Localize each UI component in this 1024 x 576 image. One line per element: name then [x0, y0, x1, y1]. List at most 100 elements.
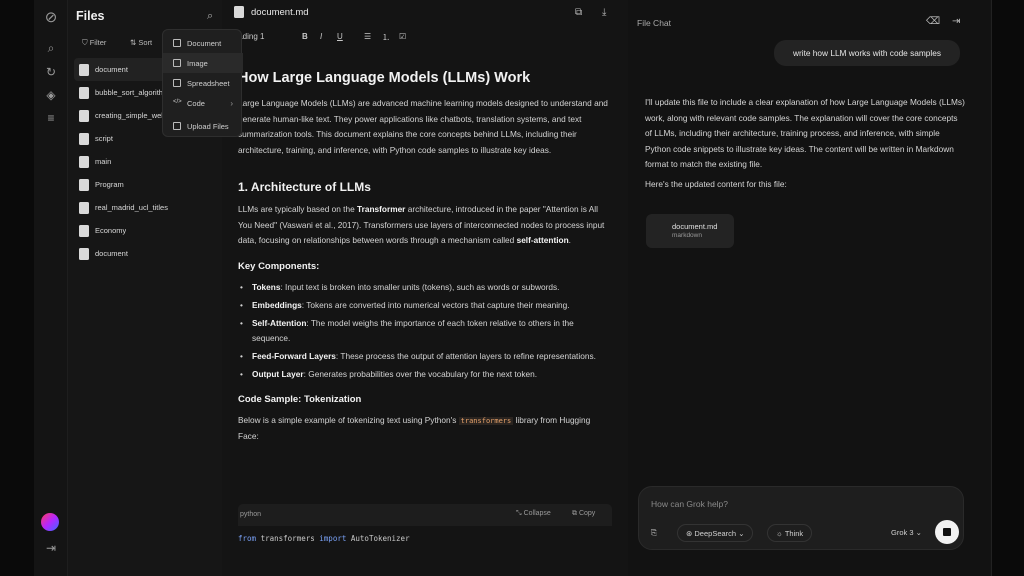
class-name: AutoTokenizer	[350, 534, 410, 543]
chat-composer[interactable]: How can Grok help? ⎘ ⊛ DeepSearch ⌄ ☼ Th…	[638, 486, 964, 550]
chat-title: File Chat	[637, 18, 672, 28]
user-message: write how LLM works with code samples	[774, 40, 960, 66]
description: : Generates probabilities over the vocab…	[303, 368, 538, 379]
collapse-sidebar-icon[interactable]: ⇥	[43, 540, 59, 556]
chevron-right-icon: ›	[230, 98, 233, 108]
term: Output Layer	[252, 368, 304, 379]
spreadsheet-icon	[173, 79, 181, 87]
subheading: Code Sample: Tokenization	[238, 393, 362, 405]
lightbulb-icon: ☼	[776, 529, 783, 538]
document-title: How Large Language Models (LLMs) Work	[238, 70, 531, 86]
code-line: from transformers import AutoTokenizer	[238, 534, 410, 543]
underline-button[interactable]: U	[337, 32, 343, 41]
file-icon	[79, 132, 89, 145]
close-panel-icon[interactable]: ⇥	[952, 16, 960, 27]
menu-label: Document	[187, 38, 222, 48]
file-name: bubble_sort_algorithm	[95, 88, 169, 97]
file-icon	[79, 247, 89, 260]
list-item: Feed-Forward Layers: These process the o…	[238, 349, 608, 364]
stop-button[interactable]	[935, 520, 959, 544]
copy-label: Copy	[578, 510, 596, 517]
sort-icon: ⇅	[130, 38, 137, 47]
keyword: import	[319, 534, 347, 543]
upload-icon	[173, 122, 181, 130]
document-icon	[234, 6, 244, 18]
description: : Input text is broken into smaller unit…	[280, 281, 560, 292]
left-rail: ⊘ ⌕ ↻ ◈ ≡ ⇥	[34, 0, 68, 576]
checklist-icon[interactable]: ☑	[399, 32, 406, 41]
deepsearch-label: DeepSearch	[694, 529, 737, 538]
copy-file-icon[interactable]: ⧉	[575, 7, 582, 18]
file-name: document	[95, 65, 128, 74]
document-content[interactable]: How Large Language Models (LLMs) Work La…	[238, 70, 608, 445]
code-block: python ⤡ Collapse ⧉ Copy from transforme…	[238, 504, 612, 576]
menu-label: Upload Files	[187, 121, 229, 131]
files-title: Files	[76, 9, 105, 23]
code-language: python	[240, 511, 262, 518]
text-run: Below is a simple example of tokenizing …	[238, 414, 459, 425]
file-icon	[79, 63, 89, 76]
file-icon	[79, 224, 89, 237]
module: transformers	[260, 534, 315, 543]
file-name: document	[95, 249, 128, 258]
sort-button[interactable]: ⇅ Sort	[130, 38, 152, 47]
editor-filename: document.md	[251, 7, 309, 18]
keyword: from	[238, 534, 257, 543]
refresh-icon[interactable]: ↻	[43, 64, 59, 80]
file-name: Program	[95, 180, 124, 189]
editor-panel: document.md ⧉ ⤓ Heading 1 B I U ☰ ⒈ ☑ Ho…	[222, 0, 626, 576]
cube-icon[interactable]: ◈	[43, 87, 59, 103]
inline-code: transformers	[458, 416, 514, 425]
file-icon	[79, 109, 89, 122]
code-block-header: python ⤡ Collapse ⧉ Copy	[238, 504, 612, 526]
file-icon	[79, 201, 89, 214]
file-icon	[79, 178, 89, 191]
term: Self-Attention	[252, 317, 307, 328]
menu-item-upload[interactable]: Upload Files	[163, 116, 243, 136]
file-chat-panel: File Chat ⌫ ⇥ write how LLM works with c…	[628, 0, 990, 576]
menu-icon[interactable]: ≡	[43, 110, 59, 126]
numbered-list-icon[interactable]: ⒈	[382, 32, 390, 43]
deepsearch-button[interactable]: ⊛ DeepSearch ⌄	[677, 524, 754, 542]
menu-label: Image	[187, 58, 208, 68]
eraser-icon[interactable]: ⌫	[926, 16, 940, 27]
model-select[interactable]: Grok 3 ⌄	[891, 524, 922, 542]
bold-text: self-attention	[516, 235, 569, 245]
code-sample-paragraph: Below is a simple example of tokenizing …	[238, 413, 608, 445]
term: Embeddings	[252, 299, 302, 310]
attach-icon[interactable]: ⎘	[651, 524, 657, 542]
collapse-icon: ⤡	[516, 510, 522, 517]
deepsearch-icon: ⊛	[686, 529, 693, 538]
image-icon	[173, 59, 181, 67]
filter-button[interactable]: ⛉ Filter	[82, 38, 106, 48]
components-list: Tokens: Input text is broken into smalle…	[238, 280, 608, 382]
bullet-list-icon[interactable]: ☰	[364, 32, 371, 41]
composer-placeholder[interactable]: How can Grok help?	[651, 499, 728, 509]
copy-button[interactable]: ⧉ Copy	[572, 510, 595, 518]
collapse-label: Collapse	[523, 510, 551, 517]
avatar[interactable]	[41, 513, 59, 531]
file-name: main	[95, 157, 112, 166]
bold-button[interactable]: B	[302, 32, 308, 41]
italic-button[interactable]: I	[320, 32, 322, 41]
reply-text: I'll update this file to include a clear…	[645, 97, 965, 169]
file-name: real_madrid_ucl_titles	[95, 203, 168, 212]
files-search-icon[interactable]: ⌕	[207, 10, 221, 24]
subheading: Key Components:	[238, 260, 320, 272]
list-item: Tokens: Input text is broken into smalle…	[238, 280, 608, 295]
download-icon[interactable]: ⤓	[602, 7, 606, 18]
assistant-reply: I'll update this file to include a clear…	[645, 95, 965, 192]
file-name: script	[95, 134, 113, 143]
filter-label: Filter	[89, 38, 107, 47]
menu-item-document[interactable]: Document	[163, 33, 243, 53]
think-button[interactable]: ☼ Think	[767, 524, 813, 542]
menu-item-image[interactable]: Image	[163, 53, 243, 73]
attachment-card[interactable]: document.md markdown	[646, 214, 734, 248]
menu-item-code[interactable]: </> Code ›	[163, 93, 243, 113]
search-icon[interactable]: ⌕	[43, 40, 59, 56]
grok-logo-icon[interactable]: ⊘	[43, 10, 59, 26]
menu-label: Spreadsheet	[187, 78, 230, 88]
intro-paragraph: Large Language Models (LLMs) are advance…	[238, 98, 608, 155]
collapse-button[interactable]: ⤡ Collapse	[516, 510, 551, 518]
menu-item-spreadsheet[interactable]: Spreadsheet	[163, 73, 243, 93]
